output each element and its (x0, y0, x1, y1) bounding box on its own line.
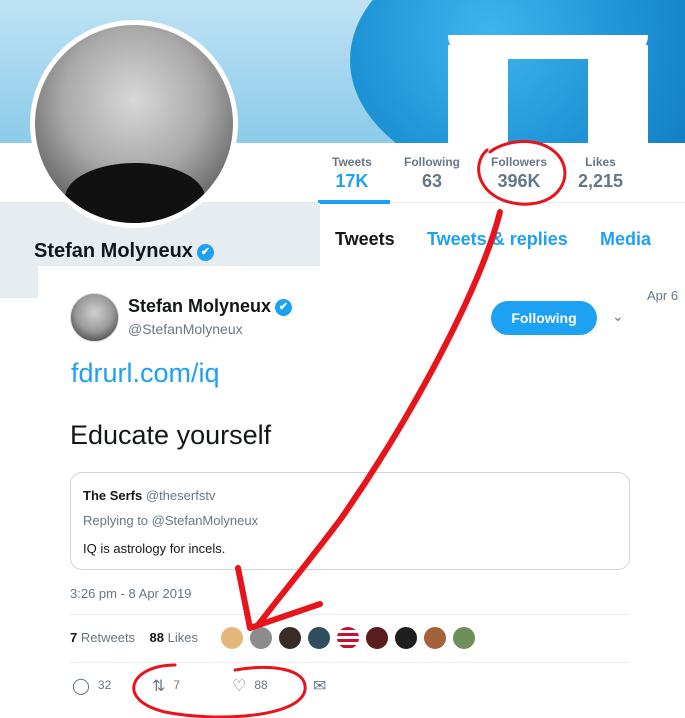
heart-icon: ♡ (232, 678, 247, 695)
retweet-count: 7 (173, 678, 181, 692)
retweets-count: 7 (70, 630, 78, 645)
avatar-photo (35, 25, 233, 223)
banner-bar (448, 45, 508, 143)
likes-stat[interactable]: 88 Likes (150, 630, 198, 645)
stat-tweets[interactable]: Tweets 17K (332, 155, 372, 192)
quote-author: The Serfs @theserfstv (83, 488, 215, 503)
quote-author-name: The Serfs (83, 488, 143, 503)
profile-name-text: Stefan Molyneux (34, 240, 193, 262)
stat-value: 17K (335, 171, 369, 191)
divider (70, 614, 630, 615)
chevron-down-icon[interactable]: ⌄ (612, 308, 624, 325)
profile-tabs: Tweets Tweets & replies Media (320, 213, 685, 259)
tweet-link[interactable]: fdrurl.com/iq (71, 358, 220, 389)
reply-icon: ◯ (72, 678, 90, 695)
profile-avatar[interactable] (30, 20, 238, 228)
active-stat-underline (318, 200, 390, 204)
tweet-author-handle[interactable]: @StefanMolyneux (128, 321, 243, 337)
tab-tweets-replies[interactable]: Tweets & replies (427, 229, 568, 250)
tab-media[interactable]: Media (600, 229, 651, 250)
envelope-icon: ✉ (313, 678, 327, 695)
banner-bar (448, 35, 648, 59)
liker-avatar[interactable] (365, 626, 389, 650)
tweet-author-name-text: Stefan Molyneux (128, 296, 272, 316)
liker-avatar[interactable] (336, 626, 360, 650)
quote-text: IQ is astrology for incels. (83, 541, 226, 556)
retweet-action[interactable]: ⇅ 7 (152, 676, 180, 696)
liker-avatar[interactable] (452, 626, 476, 650)
likes-count: 88 (149, 630, 164, 645)
quoted-tweet[interactable]: The Serfs @theserfstv Replying to @Stefa… (70, 472, 630, 570)
stat-label: Likes (585, 155, 616, 169)
banner-bar (588, 45, 648, 143)
retweet-icon: ⇅ (152, 678, 166, 695)
quote-replying-to: Replying to @StefanMolyneux (83, 513, 259, 528)
reply-count: 32 (97, 678, 112, 692)
stat-label: Following (404, 155, 460, 169)
direct-message-action[interactable]: ✉ (313, 676, 334, 696)
quote-author-handle: @theserfstv (145, 488, 216, 503)
like-count: 88 (254, 678, 268, 692)
likes-label: Likes (167, 630, 198, 645)
stat-followers[interactable]: Followers 396K (491, 155, 547, 192)
reply-action[interactable]: ◯ 32 (72, 676, 111, 696)
following-button[interactable]: Following (491, 301, 597, 335)
stat-label: Tweets (332, 155, 372, 169)
profile-name: Stefan Molyneux ✔ (34, 240, 214, 263)
tweet-timestamp[interactable]: 3:26 pm - 8 Apr 2019 (70, 586, 191, 601)
liker-avatar[interactable] (249, 626, 273, 650)
tweet-author-name[interactable]: Stefan Molyneux ✔ (128, 296, 293, 317)
divider (70, 662, 630, 663)
tweet-date-partial: Apr 6 (647, 288, 679, 303)
stat-following[interactable]: Following 63 (404, 155, 460, 192)
stat-value: 396K (497, 171, 541, 191)
tweet-author-avatar[interactable] (70, 293, 119, 342)
liker-avatar[interactable] (278, 626, 302, 650)
liker-avatar[interactable] (307, 626, 331, 650)
retweets-label: Retweets (80, 630, 136, 645)
liker-avatar[interactable] (423, 626, 447, 650)
tab-tweets[interactable]: Tweets (335, 229, 395, 250)
verified-badge-icon: ✔ (275, 299, 293, 316)
tweet-engagement-stats: 7 Retweets 88 Likes (70, 630, 198, 645)
liker-avatar[interactable] (220, 626, 244, 650)
stat-value: 63 (421, 171, 443, 191)
verified-badge-icon: ✔ (196, 244, 214, 261)
like-action[interactable]: ♡ 88 (232, 676, 268, 696)
liker-avatar[interactable] (394, 626, 418, 650)
retweets-stat[interactable]: 7 Retweets (70, 630, 135, 645)
stat-likes[interactable]: Likes 2,215 (578, 155, 623, 192)
stat-value: 2,215 (578, 171, 624, 191)
tweet-body-text: Educate yourself (70, 420, 272, 450)
stat-label: Followers (491, 155, 548, 169)
